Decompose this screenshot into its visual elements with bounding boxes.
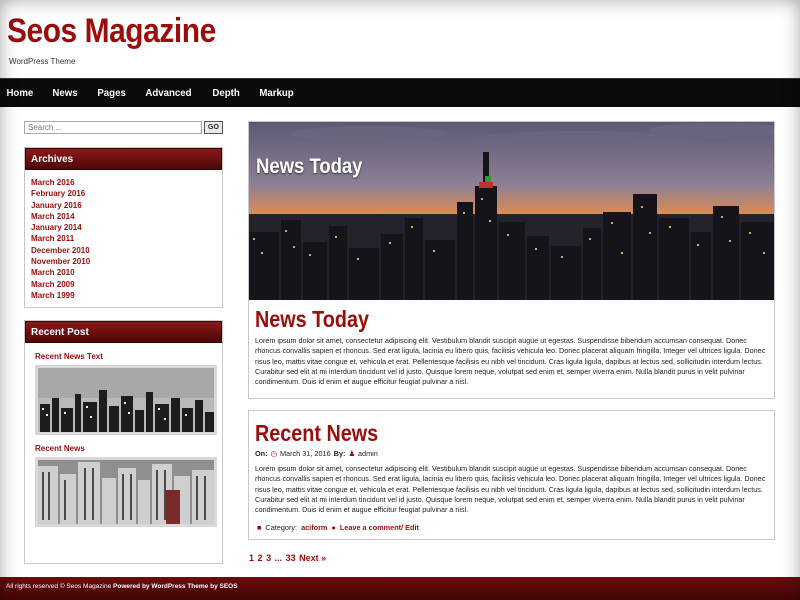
nav-item-depth[interactable]: Depth — [205, 79, 248, 107]
recent-posts-title: Recent Post — [25, 321, 222, 343]
nav-item-home[interactable]: Home — [0, 79, 42, 107]
site-description: WordPress Theme — [9, 57, 76, 66]
meta-on-label: On: — [255, 449, 268, 458]
search-input[interactable] — [24, 121, 202, 134]
page-link[interactable]: 33 — [286, 553, 296, 563]
featured-post: News Today News Today Lorem ipsum dolor … — [248, 121, 775, 399]
archive-link[interactable]: March 2010 — [31, 267, 222, 278]
featured-image[interactable]: News Today — [249, 122, 774, 300]
featured-image-caption: News Today — [256, 155, 363, 178]
post-title[interactable]: Recent News — [255, 420, 378, 447]
recent-post-thumbnail[interactable] — [35, 365, 217, 435]
post-meta: On: ◷ March 31, 2016 By: ♟ admin — [255, 449, 378, 458]
category-link[interactable]: aciform — [301, 523, 327, 532]
recent-post-thumbnail[interactable] — [35, 457, 217, 527]
archive-link[interactable]: January 2014 — [31, 222, 222, 233]
recent-post-link[interactable]: Recent News — [35, 444, 222, 453]
main-nav: Home News Pages Advanced Depth Markup — [0, 78, 800, 107]
site-title[interactable]: Seos Magazine — [7, 12, 216, 51]
featured-post-title[interactable]: News Today — [255, 306, 369, 333]
page-link[interactable]: 1 — [249, 553, 254, 563]
site-footer: All rights reserved © Seos Magazine Powe… — [0, 577, 800, 600]
featured-post-excerpt: Lorem ipsum dolor sit amet, consectetur … — [255, 336, 766, 387]
archives-list: March 2016 February 2016 January 2016 Ma… — [25, 170, 222, 301]
archive-link[interactable]: March 1999 — [31, 290, 222, 301]
page-ellipsis: ... — [274, 553, 283, 563]
archive-link[interactable]: March 2014 — [31, 211, 222, 222]
post-footer-meta: ■ Category: aciform ● Leave a comment / … — [257, 523, 419, 532]
recent-post-link[interactable]: Recent News Text — [35, 352, 222, 361]
archives-title: Archives — [25, 148, 222, 170]
archive-link[interactable]: January 2016 — [31, 200, 222, 211]
post-author[interactable]: admin — [358, 449, 378, 458]
pagination: 1 2 3 ... 33 Next » — [249, 553, 327, 563]
footer-copyright: All rights reserved © Seos Magazine — [6, 583, 112, 590]
post-date[interactable]: March 31, 2016 — [280, 449, 331, 458]
footer-powered[interactable]: Powered by WordPress Theme by SEOS — [113, 583, 238, 590]
clock-icon: ◷ — [270, 449, 277, 458]
leave-comment-link[interactable]: Leave a comment — [340, 523, 401, 532]
archive-link[interactable]: March 2011 — [31, 233, 222, 244]
nav-item-news[interactable]: News — [45, 79, 86, 107]
next-page-link[interactable]: Next » — [299, 553, 326, 563]
user-icon: ♟ — [348, 449, 355, 458]
archive-link[interactable]: November 2010 — [31, 256, 222, 267]
page-link[interactable]: 3 — [266, 553, 271, 563]
archive-link[interactable]: December 2010 — [31, 245, 222, 256]
archive-link[interactable]: March 2016 — [31, 177, 222, 188]
post-excerpt: Lorem ipsum dolor sit amet, consectetur … — [255, 464, 766, 515]
archives-widget: Archives March 2016 February 2016 Januar… — [24, 147, 223, 308]
nav-item-markup[interactable]: Markup — [252, 79, 302, 107]
nav-item-pages[interactable]: Pages — [90, 79, 134, 107]
comment-icon: ● — [331, 523, 336, 532]
category-label: Category: — [265, 523, 298, 532]
search-button[interactable]: GO — [204, 121, 223, 134]
archive-link[interactable]: March 2009 — [31, 279, 222, 290]
edit-link[interactable]: / Edit — [401, 523, 419, 532]
page-link[interactable]: 2 — [258, 553, 263, 563]
site-header: Seos Magazine WordPress Theme — [0, 0, 800, 78]
folder-icon: ■ — [257, 523, 262, 532]
recent-posts-widget: Recent Post Recent News Text Recent News — [24, 320, 223, 564]
post-card: Recent News On: ◷ March 31, 2016 By: ♟ a… — [248, 410, 775, 540]
nav-item-advanced[interactable]: Advanced — [138, 79, 200, 107]
archive-link[interactable]: February 2016 — [31, 188, 222, 199]
meta-by-label: By: — [333, 449, 346, 458]
